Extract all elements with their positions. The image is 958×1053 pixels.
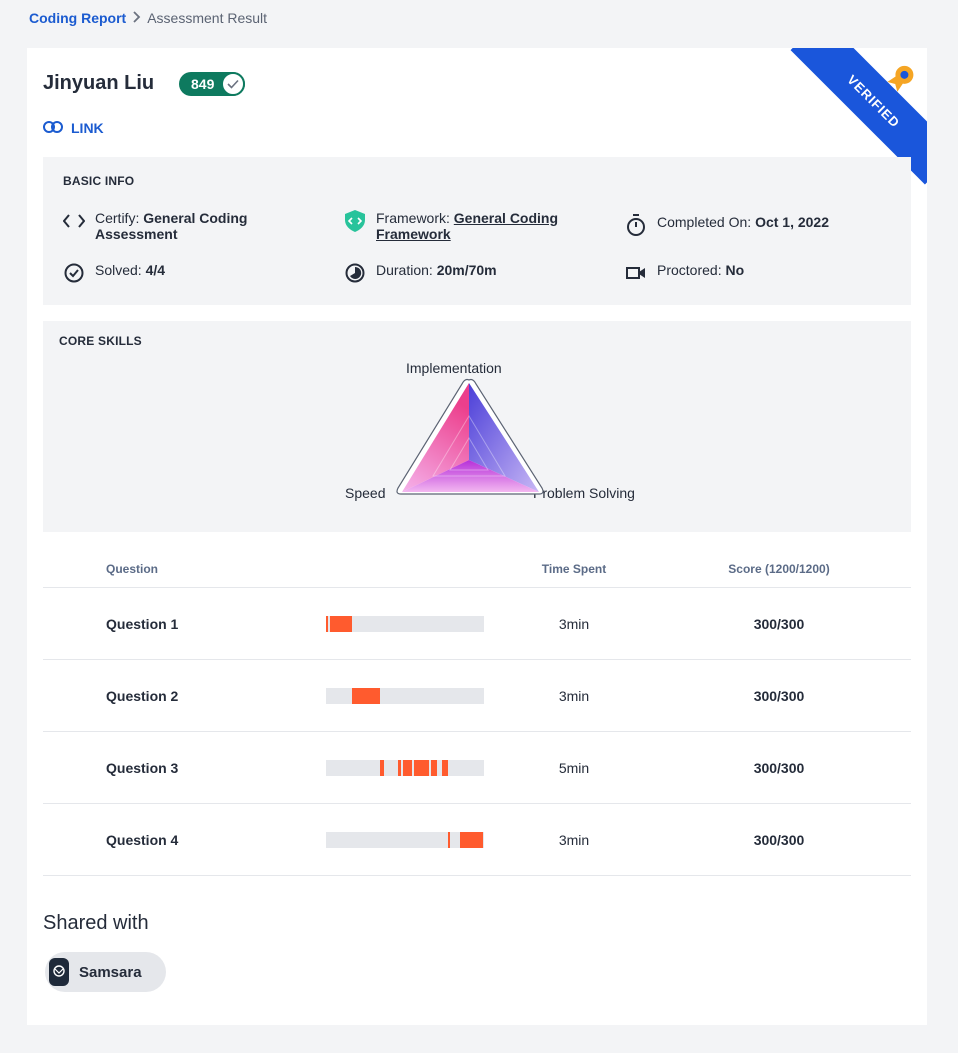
radar-label-implementation: Implementation (406, 360, 502, 376)
check-icon (221, 72, 245, 96)
time-spent: 3min (558, 832, 590, 848)
core-skills-radar-chart (396, 378, 544, 495)
clock-half-icon (344, 262, 366, 284)
solved-item: Solved: 4/4 (63, 262, 165, 284)
proctored-text: Proctored: No (657, 262, 745, 278)
table-row[interactable]: Question 3 5min 300/300 (43, 732, 911, 804)
video-camera-icon (625, 262, 647, 284)
proctored-value: No (725, 262, 745, 278)
question-label: Question 4 (106, 832, 179, 848)
shared-company-name: Samsara (79, 963, 142, 981)
activity-segment (403, 760, 412, 776)
breadcrumb-coding-report-link[interactable]: Coding Report (29, 10, 126, 26)
question-score: 300/300 (753, 688, 805, 704)
framework-item: Framework: General Coding Framework (344, 210, 604, 242)
questions-table: Question Time Spent Score (1200/1200) Qu… (43, 553, 911, 876)
question-score: 300/300 (753, 616, 805, 632)
completed-text: Completed On: Oct 1, 2022 (657, 214, 829, 230)
framework-text: Framework: General Coding Framework (376, 210, 559, 242)
proctored-item: Proctored: No (625, 262, 744, 284)
question-score: 300/300 (753, 832, 805, 848)
duration-text: Duration: 20m/70m (376, 262, 497, 278)
core-skills-title: CORE SKILLS (59, 334, 142, 348)
solved-text: Solved: 4/4 (95, 262, 166, 278)
activity-timeline (326, 760, 484, 776)
samsara-logo-icon (49, 958, 69, 986)
score-value: 849 (191, 76, 215, 92)
duration-value: 20m/70m (436, 262, 497, 278)
link-label[interactable]: LINK (71, 120, 104, 136)
certify-text: Certify: General Coding Assessment (95, 210, 248, 242)
basic-info-panel: BASIC INFO Certify: General Coding Asses… (43, 157, 911, 305)
activity-segment (460, 832, 483, 848)
radar-label-speed: Speed (345, 485, 386, 501)
code-brackets-icon (63, 210, 85, 232)
radar-label-problem-solving: Problem Solving (533, 485, 635, 501)
activity-segment (398, 760, 401, 776)
basic-info-title: BASIC INFO (63, 174, 135, 188)
activity-segment (414, 760, 429, 776)
time-spent: 3min (558, 616, 590, 632)
score-badge: 849 (179, 72, 245, 96)
activity-timeline (326, 616, 484, 632)
activity-timeline (326, 688, 484, 704)
time-spent: 3min (558, 688, 590, 704)
header-time-spent: Time Spent (541, 562, 607, 576)
activity-segment (380, 760, 384, 776)
chevron-right-icon (132, 10, 141, 26)
shared-company-chip[interactable]: Samsara (45, 952, 166, 992)
completed-item: Completed On: Oct 1, 2022 (625, 214, 829, 236)
completed-value: Oct 1, 2022 (755, 214, 829, 230)
breadcrumb-current: Assessment Result (147, 10, 268, 26)
solved-value: 4/4 (145, 262, 166, 278)
question-label: Question 1 (106, 616, 179, 632)
activity-segment (326, 616, 328, 632)
time-spent: 5min (558, 760, 590, 776)
check-circle-icon (63, 262, 85, 284)
header-score: Score (1200/1200) (728, 562, 830, 576)
table-row[interactable]: Question 4 3min 300/300 (43, 804, 911, 876)
header-question: Question (106, 562, 159, 576)
certify-item: Certify: General Coding Assessment (63, 210, 313, 242)
candidate-name: Jinyuan Liu (43, 72, 155, 94)
table-header: Question Time Spent Score (1200/1200) (43, 553, 911, 588)
activity-segment (431, 760, 437, 776)
shared-with-title: Shared with (43, 912, 149, 934)
breadcrumb: Coding Report Assessment Result (29, 10, 267, 26)
activity-timeline (326, 832, 484, 848)
activity-segment (352, 688, 380, 704)
table-row[interactable]: Question 1 3min 300/300 (43, 588, 911, 660)
profile-link[interactable]: LINK (43, 120, 104, 136)
duration-item: Duration: 20m/70m (344, 262, 497, 284)
shield-code-icon (344, 210, 366, 232)
activity-segment (448, 832, 450, 848)
assessment-result-card: VERIFIED Jinyuan Liu 849 LINK BASIC INFO… (27, 48, 927, 1025)
question-score: 300/300 (753, 760, 805, 776)
question-label: Question 3 (106, 760, 179, 776)
stopwatch-icon (625, 214, 647, 236)
ribbon-badge-icon (880, 58, 922, 100)
question-label: Question 2 (106, 688, 179, 704)
core-skills-panel: CORE SKILLS Implementation Problem Solvi… (43, 321, 911, 532)
activity-segment (330, 616, 352, 632)
table-row[interactable]: Question 2 3min 300/300 (43, 660, 911, 732)
activity-segment (442, 760, 448, 776)
link-icon (43, 120, 63, 136)
